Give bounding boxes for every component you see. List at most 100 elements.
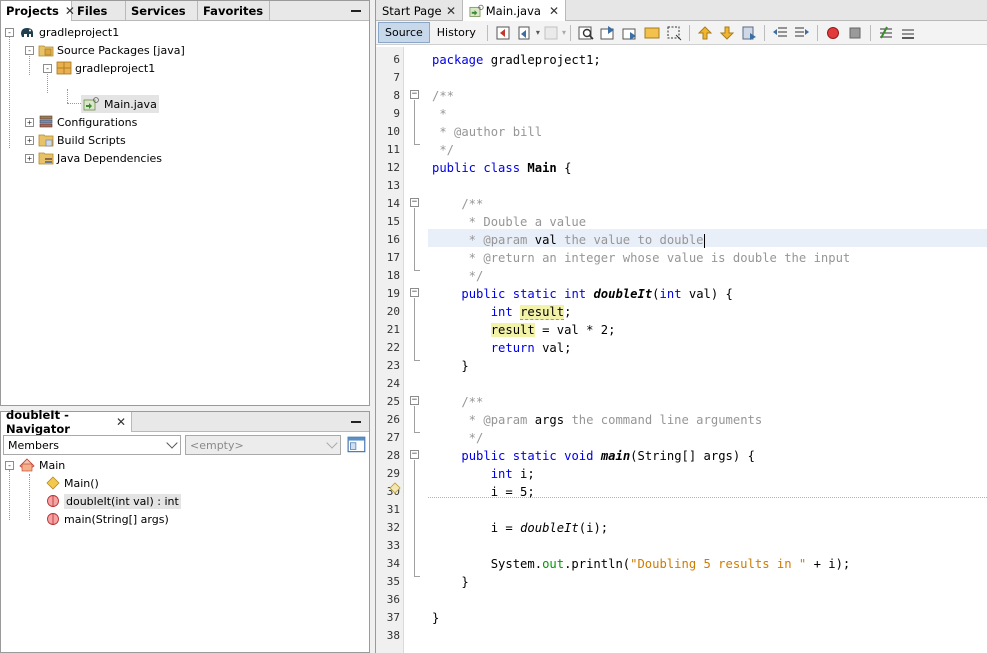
uncomment-icon[interactable]	[899, 24, 917, 42]
code-line[interactable]: public static void main(String[] args) {	[432, 447, 755, 465]
start-macro-icon[interactable]	[824, 24, 842, 42]
close-icon[interactable]: ✕	[446, 4, 456, 18]
expand-icon[interactable]: +	[25, 117, 34, 127]
tab-services[interactable]: Services	[126, 1, 198, 21]
chevron-down-icon[interactable]: ▾	[536, 28, 540, 37]
expand-icon[interactable]: +	[25, 135, 34, 145]
next-bookmark-icon[interactable]	[718, 24, 736, 42]
code-line[interactable]: int i;	[432, 465, 535, 483]
code-line[interactable]: * @author bill	[432, 123, 542, 141]
code-line[interactable]: }	[432, 357, 468, 375]
collapse-icon[interactable]: -	[5, 460, 14, 470]
minimize-icon[interactable]	[343, 1, 369, 20]
stop-macro-icon[interactable]	[846, 24, 864, 42]
find-next-icon[interactable]	[621, 24, 639, 42]
forward-icon[interactable]	[542, 24, 560, 42]
hint-icon[interactable]	[388, 481, 402, 495]
tab-favorites[interactable]: Favorites	[198, 1, 270, 21]
navigator-constructor[interactable]: Main()	[45, 474, 99, 492]
minimize-icon[interactable]	[343, 412, 369, 431]
close-icon[interactable]: ✕	[116, 415, 126, 429]
code-line[interactable]: return val;	[432, 339, 572, 357]
line-number: 31	[386, 503, 400, 516]
find-icon[interactable]	[577, 24, 595, 42]
shift-left-icon[interactable]	[771, 24, 789, 42]
collapse-icon[interactable]: -	[43, 63, 52, 73]
previous-bookmark-icon[interactable]	[696, 24, 714, 42]
toggle-highlight-icon[interactable]	[643, 24, 661, 42]
line-number: 33	[386, 539, 400, 552]
code-line[interactable]: */	[432, 429, 484, 447]
fold-icon[interactable]: −	[410, 90, 419, 99]
toggle-rectangular-selection-icon[interactable]	[665, 24, 683, 42]
code-line[interactable]: public class Main {	[432, 159, 571, 177]
tree-node-project[interactable]: - gradleproject1	[5, 23, 119, 41]
code-line[interactable]: result = val * 2;	[432, 321, 615, 339]
code-line[interactable]: package gradleproject1;	[432, 51, 601, 69]
code-line[interactable]: */	[432, 141, 454, 159]
collapse-icon[interactable]: -	[5, 27, 14, 37]
source-button[interactable]: Source	[378, 22, 430, 43]
collapse-icon[interactable]: -	[25, 45, 34, 55]
fold-column: − − − − −	[389, 47, 428, 653]
find-previous-icon[interactable]	[599, 24, 617, 42]
code-line[interactable]: * Double a value	[432, 213, 586, 231]
tab-start-page[interactable]: Start Page ✕	[376, 0, 463, 21]
navigator-panel-icon[interactable]	[347, 435, 367, 455]
line-number: 18	[386, 269, 400, 282]
code-line[interactable]: i = 5;	[432, 483, 535, 501]
code-line[interactable]: * @param args the command line arguments	[432, 411, 763, 429]
code-line[interactable]: }	[432, 609, 439, 627]
shift-right-icon[interactable]	[793, 24, 811, 42]
tree-node-label: Build Scripts	[57, 133, 126, 147]
close-icon[interactable]: ✕	[549, 4, 559, 18]
tree-node-source-packages[interactable]: - Source Packages [java]	[25, 41, 185, 59]
toolbar-separator	[763, 24, 765, 41]
tab-projects[interactable]: Projects ✕	[1, 1, 75, 21]
tab-files[interactable]: Files	[72, 1, 126, 21]
line-number: 20	[386, 305, 400, 318]
scope-select[interactable]: <empty>	[185, 435, 341, 455]
code-line[interactable]: *	[432, 105, 446, 123]
tree-node-configurations[interactable]: + Configurations	[25, 113, 137, 131]
navigator-class-main[interactable]: - Main	[5, 456, 65, 474]
code-line[interactable]: public static int doubleIt(int val) {	[432, 285, 733, 303]
code-line[interactable]: * @return an integer whose value is doub…	[432, 249, 851, 267]
code-line[interactable]: /**	[432, 393, 483, 411]
code-line[interactable]: }	[432, 573, 468, 591]
fold-icon[interactable]: −	[410, 450, 419, 459]
line-number: 34	[386, 557, 400, 570]
java-file-icon	[83, 97, 99, 111]
expand-icon[interactable]: +	[25, 153, 34, 163]
back-icon[interactable]	[516, 24, 534, 42]
last-edit-icon[interactable]	[494, 24, 512, 42]
history-button[interactable]: History	[430, 22, 483, 43]
navigator-method-main[interactable]: main(String[] args)	[45, 510, 169, 528]
code-line[interactable]: /**	[432, 87, 454, 105]
code-line[interactable]: */	[432, 267, 484, 285]
code-editor[interactable]: package gradleproject1; /** * * @author b…	[428, 47, 987, 653]
toggle-bookmark-icon[interactable]	[740, 24, 758, 42]
tree-node-main-java[interactable]: Main.java	[81, 95, 159, 113]
line-number: 6	[393, 53, 400, 66]
toolbar-separator	[688, 24, 690, 41]
code-line[interactable]: /**	[432, 195, 483, 213]
code-line[interactable]: System.out.println("Doubling 5 results i…	[432, 555, 851, 573]
tree-node-java-dependencies[interactable]: + Java Dependencies	[25, 149, 162, 167]
fold-icon[interactable]: −	[410, 288, 419, 297]
line-number: 26	[386, 413, 400, 426]
tree-node-build-scripts[interactable]: + Build Scripts	[25, 131, 126, 149]
members-select[interactable]: Members	[3, 435, 181, 455]
navigator-method-doubleit[interactable]: doubleIt(int val) : int	[45, 492, 181, 510]
code-line[interactable]: i = doubleIt(i);	[432, 519, 608, 537]
code-line[interactable]: * @param val the value to double	[432, 231, 705, 249]
toolbar-separator	[486, 24, 488, 41]
fold-icon[interactable]: −	[410, 198, 419, 207]
chevron-down-icon[interactable]: ▾	[562, 28, 566, 37]
comment-icon[interactable]	[877, 24, 895, 42]
tab-main-java[interactable]: Main.java ✕	[463, 0, 566, 21]
tab-navigator[interactable]: doubleIt - Navigator ✕	[1, 408, 132, 436]
fold-icon[interactable]: −	[410, 396, 419, 405]
code-line[interactable]: int result;	[432, 303, 571, 321]
tree-node-package[interactable]: - gradleproject1	[43, 59, 155, 77]
